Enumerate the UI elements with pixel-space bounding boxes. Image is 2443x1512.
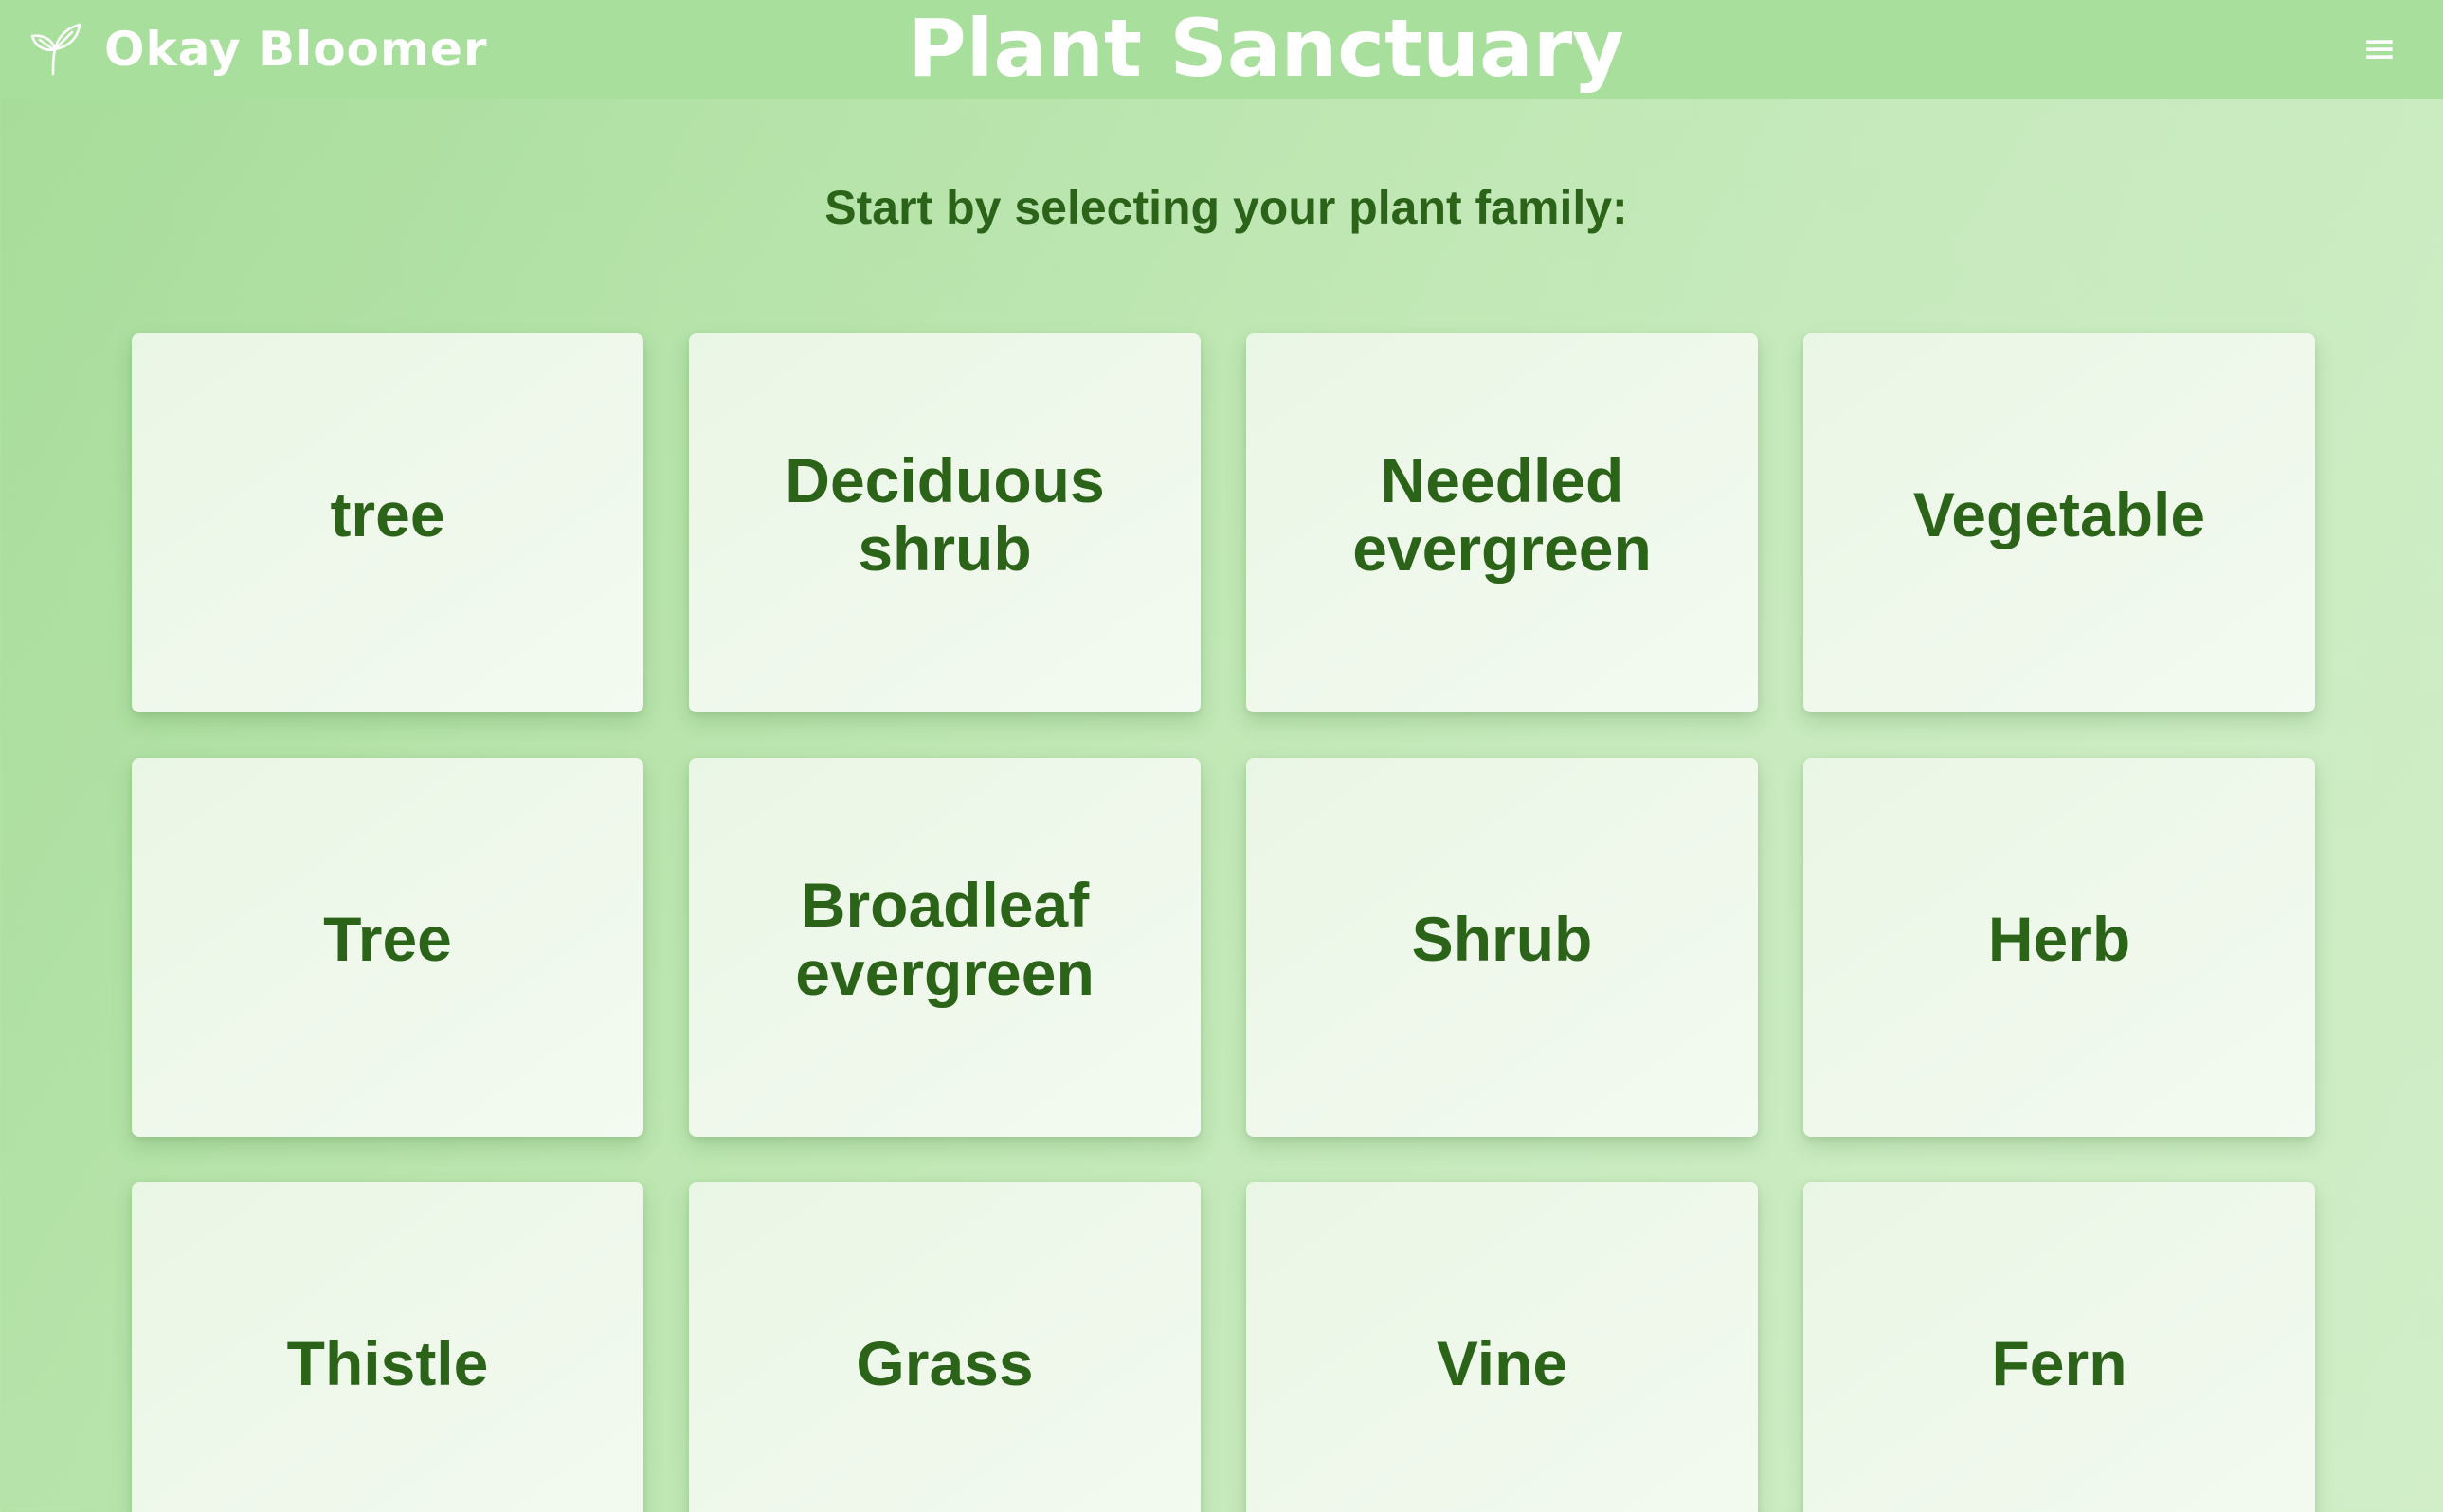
plant-family-card-shrub[interactable]: Shrub: [1246, 758, 1758, 1137]
plant-family-label: Broadleaf evergreen: [795, 870, 1095, 1008]
plant-family-grid: tree Deciduous shrub Needled evergreen V…: [132, 333, 2315, 1512]
plant-family-label: Thistle: [286, 1328, 489, 1398]
plant-family-label: Shrub: [1411, 904, 1593, 974]
plant-family-card-fern[interactable]: Fern: [1803, 1182, 2315, 1512]
plant-family-label: Tree: [323, 904, 452, 974]
plant-family-card-grass[interactable]: Grass: [689, 1182, 1201, 1512]
plant-family-label: Vegetable: [1912, 479, 2206, 549]
plant-family-label: Herb: [1987, 904, 2131, 974]
selection-prompt: Start by selecting your plant family:: [824, 181, 1628, 234]
plant-family-label: Grass: [856, 1328, 1034, 1398]
plant-family-card-tree-lowercase[interactable]: tree: [132, 333, 643, 712]
hamburger-menu-icon[interactable]: ≡: [2354, 21, 2405, 78]
plant-family-card-vine[interactable]: Vine: [1246, 1182, 1758, 1512]
page-title: Plant Sanctuary: [908, 2, 1624, 95]
plant-family-label: Fern: [1991, 1328, 2127, 1398]
plant-family-card-broadleaf-evergreen[interactable]: Broadleaf evergreen: [689, 758, 1201, 1137]
top-bar: Okay Bloomer Plant Sanctuary ≡: [0, 0, 2443, 99]
plant-family-label: Vine: [1436, 1328, 1568, 1398]
plant-family-card-herb[interactable]: Herb: [1803, 758, 2315, 1137]
plant-family-label: Deciduous shrub: [785, 445, 1105, 584]
plant-family-card-thistle[interactable]: Thistle: [132, 1182, 643, 1512]
plant-family-card-vegetable[interactable]: Vegetable: [1803, 333, 2315, 712]
plant-family-label: tree: [330, 479, 445, 549]
plant-family-card-needled-evergreen[interactable]: Needled evergreen: [1246, 333, 1758, 712]
plant-family-label: Needled evergreen: [1352, 445, 1652, 584]
plant-family-card-tree[interactable]: Tree: [132, 758, 643, 1137]
plant-family-card-deciduous-shrub[interactable]: Deciduous shrub: [689, 333, 1201, 712]
